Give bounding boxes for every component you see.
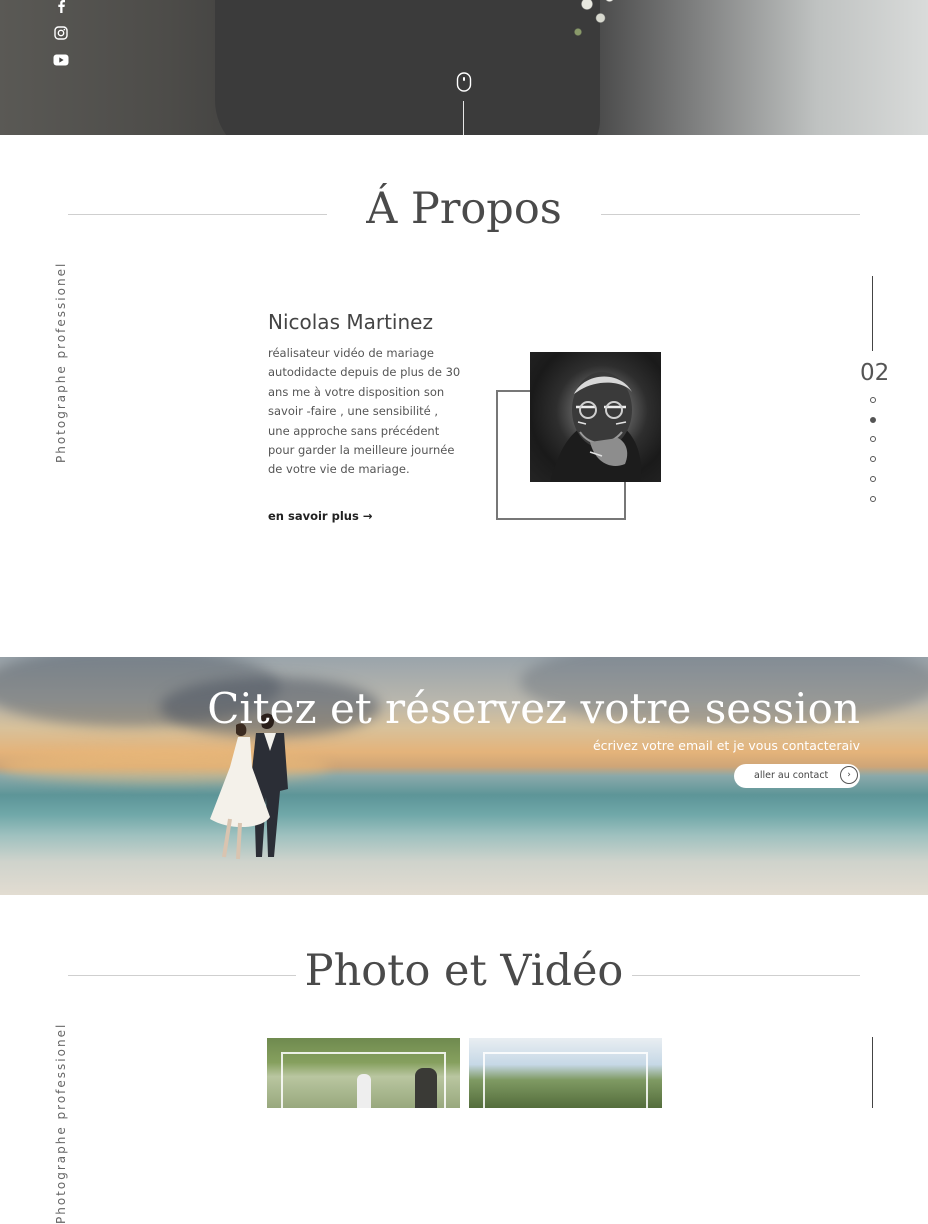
hero-photo bbox=[215, 0, 600, 135]
hero-bouquet bbox=[560, 0, 650, 60]
pager-dot[interactable] bbox=[870, 436, 876, 442]
media-divider-left bbox=[68, 975, 296, 976]
pager-dot[interactable] bbox=[870, 397, 876, 403]
scroll-line bbox=[463, 101, 464, 135]
facebook-icon[interactable] bbox=[52, 0, 70, 14]
media-title: Photo et Vidéo bbox=[304, 946, 624, 996]
gallery-thumb-video[interactable] bbox=[469, 1038, 662, 1108]
mouse-scroll-icon[interactable] bbox=[456, 72, 472, 92]
contact-button-label: aller au contact bbox=[754, 770, 829, 781]
pager-line bbox=[872, 276, 873, 351]
pager-line bbox=[872, 1037, 873, 1108]
contact-button[interactable]: aller au contact › bbox=[734, 764, 860, 788]
pager-dot[interactable] bbox=[870, 476, 876, 482]
about-name: Nicolas Martinez bbox=[268, 310, 433, 334]
portrait-photo bbox=[530, 352, 661, 482]
pager-dot[interactable] bbox=[870, 456, 876, 462]
title-divider-right bbox=[601, 214, 860, 215]
pager-number: 02 bbox=[860, 360, 890, 386]
title-divider-left bbox=[68, 214, 327, 215]
hero-section bbox=[0, 0, 928, 135]
chevron-right-icon: › bbox=[840, 766, 858, 784]
banner-title: Citez et réservez votre session bbox=[207, 684, 860, 733]
side-label: Photographe professionel bbox=[54, 1022, 68, 1224]
read-more-link[interactable]: en savoir plus → bbox=[268, 509, 372, 523]
side-label: Photographe professionel bbox=[54, 261, 68, 463]
about-title: Á Propos bbox=[366, 184, 562, 234]
media-divider-right bbox=[632, 975, 860, 976]
pager-dot[interactable] bbox=[870, 496, 876, 502]
pager-dot-active[interactable] bbox=[870, 417, 876, 423]
about-description: réalisateur vidéo de mariage autodidacte… bbox=[268, 346, 461, 477]
instagram-icon[interactable] bbox=[52, 25, 70, 41]
banner-subtitle: écrivez votre email et je vous contacter… bbox=[592, 738, 860, 753]
gallery-thumb-photo[interactable] bbox=[267, 1038, 460, 1108]
youtube-icon[interactable] bbox=[52, 52, 70, 68]
